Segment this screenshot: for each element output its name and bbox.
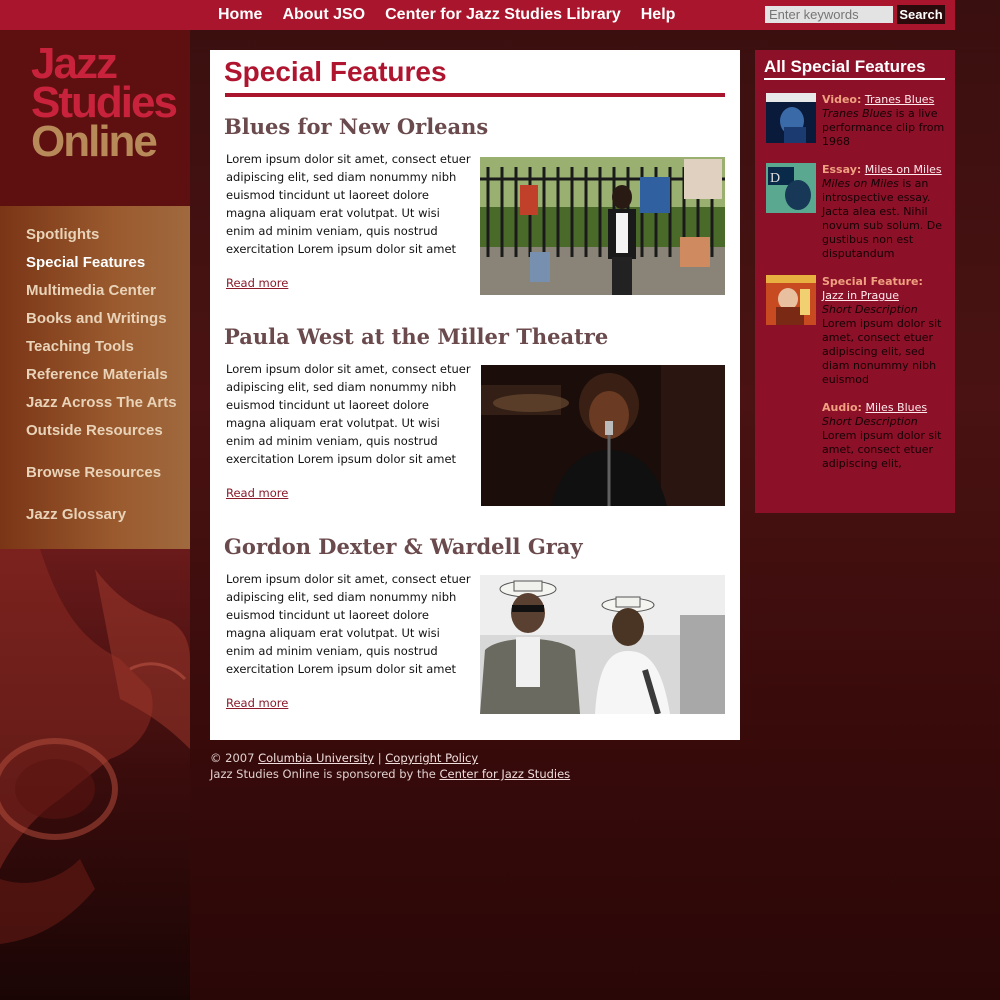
article-image-new-orleans[interactable] [480,157,725,295]
saxophone-player-image [0,549,190,1000]
left-column: Jazz Studies Online Spotlights Special F… [0,30,190,1000]
svg-text:D: D [770,171,780,186]
sidebar-item-reference-materials[interactable]: Reference Materials [26,366,168,383]
feature-desc-italic: Short Description [822,415,918,428]
article-title[interactable]: Blues for New Orleans [224,114,488,139]
feature-link[interactable]: Jazz in Prague [822,289,899,302]
read-more-link[interactable]: Read more [226,276,288,290]
nav-home-link[interactable]: Home [218,6,262,24]
logo-line-online: Online [31,117,158,166]
sidebar-item-outside-resources[interactable]: Outside Resources [26,422,163,439]
sidebar-item-books-writings[interactable]: Books and Writings [26,310,167,327]
logo-area: Jazz Studies Online [0,30,190,206]
thumbnail-miles-on-miles[interactable]: D [766,163,816,213]
page-title: Special Features [224,56,447,87]
footer-line-2: Jazz Studies Online is sponsored by the … [210,766,570,782]
thumbnail-jazz-in-prague[interactable] [766,275,816,325]
footer: © 2007 Columbia University | Copyright P… [210,750,570,782]
side-nav: Spotlights Special Features Multimedia C… [0,206,190,549]
feature-desc-italic: Tranes Blues [822,107,893,120]
footer-separator: | [377,751,382,765]
feature-link[interactable]: Tranes Blues [865,93,934,106]
top-bar: Home About JSO Center for Jazz Studies L… [0,0,955,30]
feature-link[interactable]: Miles on Miles [865,163,942,176]
sidebar-item-teaching-tools[interactable]: Teaching Tools [26,338,134,355]
main-content: Special Features Blues for New Orleans L… [210,50,740,740]
nav-about-link[interactable]: About JSO [282,6,365,24]
feature-item: Video: Tranes Blues Tranes Blues is a li… [822,93,950,149]
nav-help-link[interactable]: Help [641,6,676,24]
feature-desc-italic: Miles on Miles [822,177,899,190]
article-image-dexter-gray[interactable] [480,575,725,714]
feature-item: Essay: Miles on Miles Miles on Miles is … [822,163,950,261]
article-title[interactable]: Gordon Dexter & Wardell Gray [224,534,583,559]
feature-link[interactable]: Miles Blues [865,401,927,414]
copyright-text: © 2007 [210,751,255,765]
search-input[interactable] [765,6,893,23]
top-nav: Home About JSO Center for Jazz Studies L… [218,0,675,30]
search-button[interactable]: Search [897,5,945,24]
feature-desc: Lorem ipsum dolor sit amet, consect etue… [822,317,942,386]
sidebar-item-browse-resources[interactable]: Browse Resources [26,464,161,481]
feature-type: Special Feature: [822,275,923,288]
read-more-link[interactable]: Read more [226,696,288,710]
columbia-university-link[interactable]: Columbia University [258,751,374,765]
feature-desc-italic: Short Description [822,303,918,316]
article-title[interactable]: Paula West at the Miller Theatre [224,324,608,349]
article-body: Lorem ipsum dolor sit amet, consect etue… [226,572,471,676]
sidebar-item-jazz-glossary[interactable]: Jazz Glossary [26,506,126,523]
footer-line-1: © 2007 Columbia University | Copyright P… [210,750,570,766]
sponsor-text: Jazz Studies Online is sponsored by the [210,767,436,781]
article-body: Lorem ipsum dolor sit amet, consect etue… [226,362,471,466]
copyright-policy-link[interactable]: Copyright Policy [385,751,478,765]
feature-item: Special Feature: Jazz in Prague Short De… [822,275,950,387]
feature-desc: Lorem ipsum dolor sit amet, consect etue… [822,429,942,470]
article-body: Lorem ipsum dolor sit amet, consect etue… [226,152,471,256]
article-image-paula-west[interactable] [481,365,725,506]
site-logo[interactable]: Jazz Studies Online [31,42,178,166]
read-more-link[interactable]: Read more [226,486,288,500]
feature-type: Essay: [822,163,862,176]
panel-divider [764,78,945,80]
center-jazz-studies-link[interactable]: Center for Jazz Studies [440,767,571,781]
thumbnail-tranes-blues[interactable] [766,93,816,143]
title-divider [225,93,725,97]
panel-title: All Special Features [764,57,926,76]
sidebar-item-spotlights[interactable]: Spotlights [26,226,99,243]
feature-item: Audio: Miles Blues Short Description Lor… [822,401,950,471]
all-features-panel: All Special Features Video: Tranes Blues… [755,50,955,513]
feature-type: Video: [822,93,862,106]
nav-library-link[interactable]: Center for Jazz Studies Library [385,6,621,24]
sidebar-item-jazz-across-arts[interactable]: Jazz Across The Arts [26,394,177,411]
sidebar-item-special-features[interactable]: Special Features [26,254,145,271]
sidebar-item-multimedia-center[interactable]: Multimedia Center [26,282,156,299]
feature-type: Audio: [822,401,862,414]
